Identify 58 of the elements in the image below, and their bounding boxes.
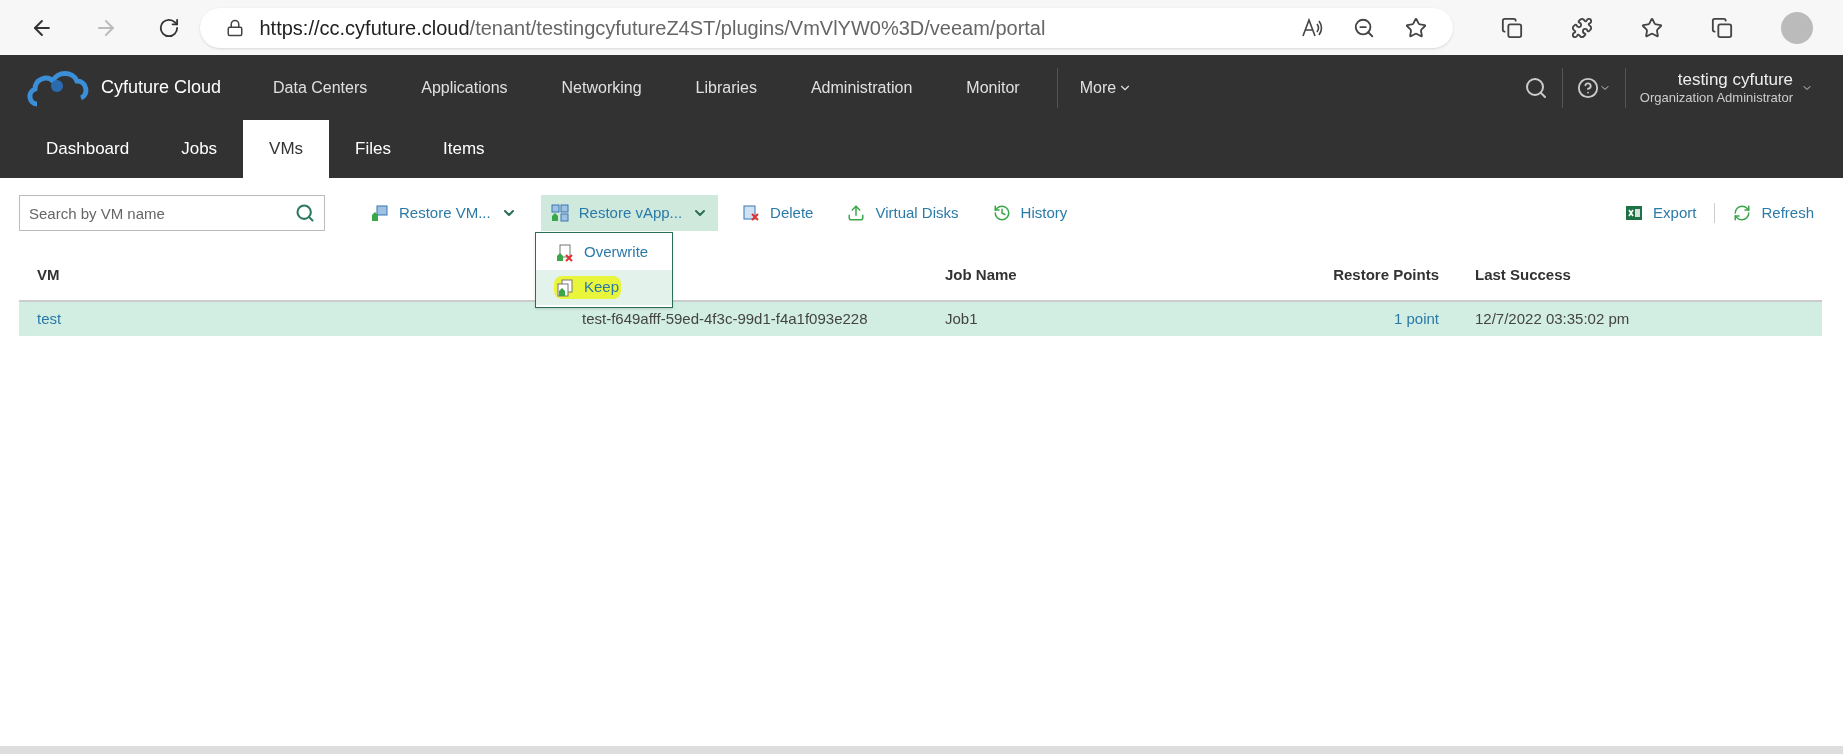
column-header[interactable]: Restore Points [1333, 266, 1439, 283]
nav-link[interactable]: Applications [394, 75, 535, 100]
upload-icon [847, 204, 866, 222]
table-cell: test-f649afff-59ed-4f3c-99d1-f4a1f093e228 [582, 310, 868, 327]
url-text: https://cc.cyfuture.cloud/tenant/testingcyfutureZ4ST/plugins/VmVlYW0%3D/veeam/portal [259, 15, 1046, 41]
toolbar-button[interactable]: Refresh [1723, 195, 1824, 231]
user-role: Organization Administrator [1639, 90, 1793, 107]
favorites-icon[interactable] [1641, 16, 1663, 39]
table-cell: 12/7/2022 03:35:02 pm [1475, 310, 1630, 327]
nav-link[interactable]: Libraries [668, 75, 784, 100]
column-header[interactable]: Job Name [945, 266, 1017, 283]
more-menu[interactable]: More [1067, 75, 1145, 100]
nav-link[interactable]: Data Centers [246, 75, 395, 100]
toolbar-button[interactable]: History [982, 195, 1078, 231]
tab[interactable]: Items [417, 120, 511, 178]
overwrite-icon [556, 243, 574, 262]
help-icon[interactable] [1576, 76, 1599, 99]
table-cell[interactable]: test [37, 310, 62, 327]
refresh-icon [1733, 204, 1752, 222]
brand-name: Cyfuture Cloud [101, 76, 223, 99]
table-row[interactable]: test test-f649afff-59ed-4f3c-99d1-f4a1f093e228 Job1 1 point 12/7/2022 03:35:02 pm [19, 302, 1822, 336]
nav-link[interactable]: Networking [534, 75, 669, 100]
copy-icon [556, 278, 574, 297]
search-field[interactable]: Search by VM name [19, 195, 325, 231]
lock-icon [225, 18, 244, 37]
tab[interactable]: Files [329, 120, 417, 178]
nav-link[interactable]: Monitor [939, 75, 1047, 100]
menu-item[interactable]: Overwrite [536, 235, 672, 270]
tab[interactable]: VMs [243, 120, 330, 178]
reload-icon[interactable] [157, 16, 180, 39]
puzzle-icon[interactable] [1571, 16, 1593, 39]
history-icon [992, 204, 1011, 222]
search-icon[interactable] [295, 203, 315, 223]
table-cell[interactable]: 1 point [1393, 310, 1439, 327]
search-icon[interactable] [1523, 75, 1548, 100]
toolbar-button[interactable]: Restore VM... [361, 195, 527, 231]
toolbar-button[interactable]: Restore vApp... [540, 195, 719, 231]
favorite-icon[interactable] [1405, 16, 1427, 39]
nav-link[interactable]: Administration [783, 75, 940, 100]
grid-icon [550, 204, 569, 222]
toolbar-button[interactable]: Export [1615, 195, 1707, 231]
address-bar[interactable]: https://cc.cyfuture.cloud/tenant/testingcyfutureZ4ST/plugins/VmVlYW0%3D/veeam/portal [199, 7, 1453, 48]
tab[interactable]: Dashboard [20, 120, 156, 178]
user-name[interactable]: testing cyfuture [1677, 68, 1793, 90]
toolbar-button[interactable]: Delete [732, 195, 824, 231]
extension-icon[interactable] [1501, 16, 1523, 39]
menu-item[interactable]: Keep [536, 270, 672, 305]
column-header[interactable]: VM [37, 266, 60, 283]
zoom-out-icon[interactable] [1353, 16, 1375, 39]
delete-icon [742, 204, 761, 222]
column-header[interactable]: Last Success [1475, 266, 1571, 283]
read-aloud-icon[interactable] [1301, 17, 1323, 38]
collections-icon[interactable] [1711, 16, 1733, 39]
table-cell: Job1 [945, 310, 978, 327]
toolbar-button[interactable]: Virtual Disks [837, 195, 969, 231]
tab[interactable]: Jobs [155, 120, 244, 178]
spreadsheet-icon [1625, 204, 1644, 222]
scrollbar[interactable] [0, 746, 1843, 754]
